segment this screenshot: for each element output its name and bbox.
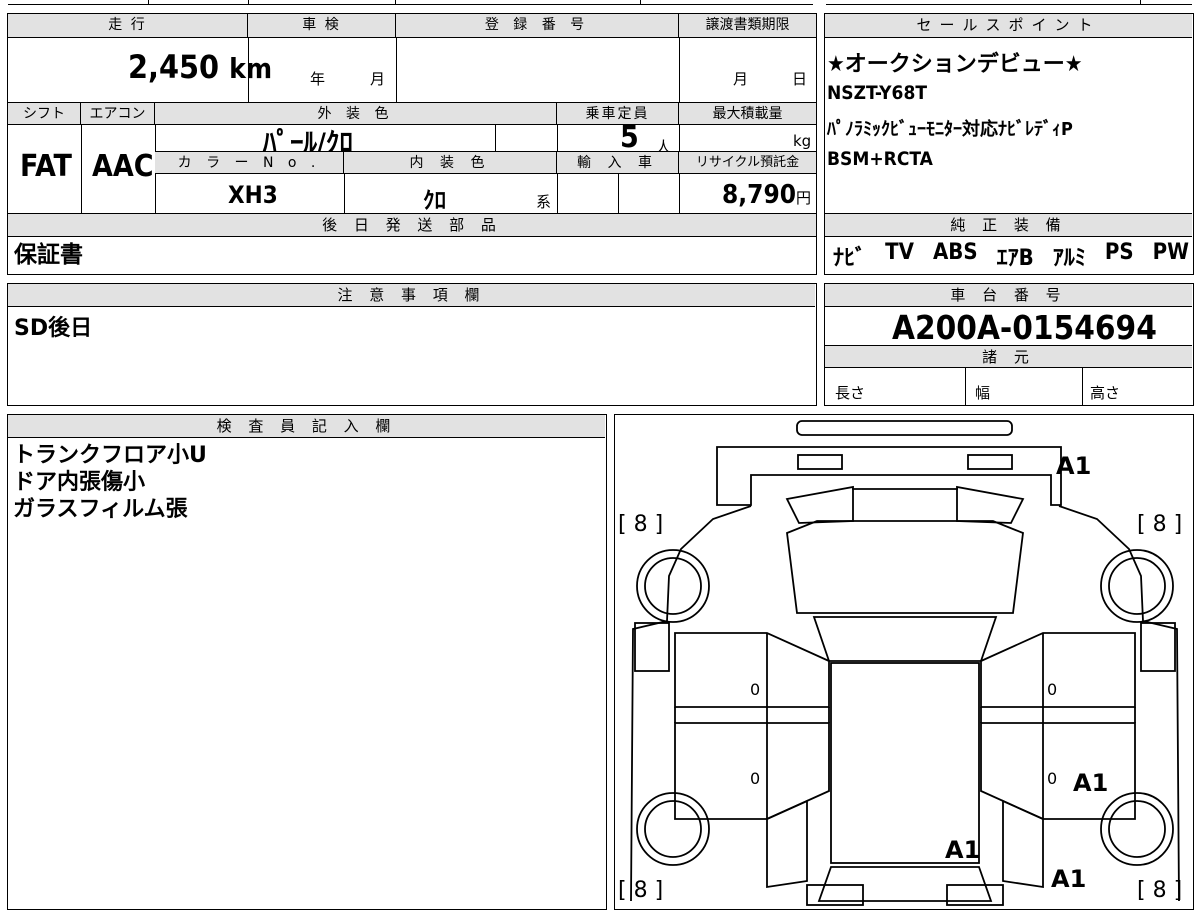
- tire-rear-left: [ 8 ]: [618, 878, 663, 903]
- equipment-list: ﾅﾋﾞ TV ABS ｴｱB ｱﾙﾐ PS PW: [833, 240, 1189, 271]
- shift-value: FAT: [20, 149, 72, 184]
- deadline-month-unit: 月: [733, 70, 749, 88]
- inspector-box: 検 査 員 記 入 欄 トランクフロア小U ドア内張傷小 ガラスフィルム張: [7, 414, 607, 910]
- max-load-unit: kg: [793, 132, 812, 150]
- top-strip: [0, 0, 1200, 6]
- sales-point-line-2: NSZT-Y68T: [827, 82, 928, 104]
- mileage-unit: km: [229, 52, 273, 85]
- notes-header: 注 意 事 項 欄: [8, 284, 815, 307]
- car-diagram: [ 8 ] [ 8 ] [ 8 ] [ 8 ] 0 0 0 0 A1 A1 A1…: [618, 420, 1182, 906]
- tire-rear-right: [ 8 ]: [1137, 878, 1182, 903]
- deadline-day-unit: 日: [792, 70, 808, 88]
- color-no-value: XH3: [228, 181, 278, 209]
- car-diagram-box: [ 8 ] [ 8 ] [ 8 ] [ 8 ] 0 0 0 0 A1 A1 A1…: [614, 414, 1194, 910]
- tire-front-left: [ 8 ]: [618, 512, 663, 537]
- notes-box: 注 意 事 項 欄 SD後日: [7, 283, 817, 406]
- spec-height-label: 高さ: [1090, 384, 1121, 402]
- zero-mark-2: 0: [1047, 680, 1057, 699]
- mileage-header: 走 行: [8, 14, 248, 38]
- max-load-header: 最大積載量: [679, 103, 816, 125]
- spec-length-label: 長さ: [835, 384, 866, 402]
- damage-mark-right-rear-door: A1: [1073, 769, 1108, 797]
- inspector-line-1: トランクフロア小U: [13, 443, 207, 468]
- zero-mark-1: 0: [750, 680, 760, 699]
- damage-mark-right-quarter: A1: [1051, 865, 1086, 893]
- chassis-value: A200A-0154694: [892, 308, 1157, 347]
- equipment-alloy: ｱﾙﾐ: [1052, 246, 1086, 271]
- import-header: 輸 入 車: [557, 152, 679, 174]
- inspector-line-3: ガラスフィルム張: [13, 497, 188, 522]
- recycle-unit: 円: [796, 189, 812, 207]
- interior-color-value: ｸﾛ: [423, 188, 446, 214]
- recycle-header: リサイクル預託金: [679, 152, 816, 174]
- interior-color-suffix: 系: [536, 193, 552, 211]
- later-parts-header: 後 日 発 送 部 品: [8, 214, 816, 237]
- inspection-header: 車 検: [248, 14, 396, 38]
- inspection-month-unit: 月: [370, 70, 386, 88]
- spec-width-label: 幅: [975, 384, 991, 402]
- registration-header: 登 録 番 号: [396, 14, 679, 38]
- specs-header: 諸 元: [825, 346, 1192, 368]
- notes-value: SD後日: [14, 316, 93, 341]
- tire-front-right: [ 8 ]: [1137, 512, 1182, 537]
- shift-header: シフト: [8, 103, 81, 125]
- equipment-navi: ﾅﾋﾞ: [833, 246, 867, 271]
- sales-point-box: セールスポイント ★オークションデビュー★ NSZT-Y68T ﾊﾟﾉﾗﾐｯｸﾋ…: [824, 13, 1194, 275]
- equipment-header: 純 正 装 備: [825, 214, 1192, 237]
- equipment-ps: PS: [1104, 240, 1134, 265]
- capacity-value: 5: [620, 120, 639, 155]
- inspector-line-2: ドア内張傷小: [13, 470, 146, 495]
- later-parts-value: 保証書: [14, 242, 83, 268]
- chassis-header: 車 台 番 号: [825, 284, 1192, 307]
- sales-point-line-1: ★オークションデビュー★: [827, 52, 1083, 77]
- exterior-color-header: 外 装 色: [155, 103, 557, 125]
- zero-mark-4: 0: [1047, 769, 1057, 788]
- sales-point-line-3: ﾊﾟﾉﾗﾐｯｸﾋﾞｭｰﾓﾆﾀｰ対応ﾅﾋﾞﾚﾃﾞｨP: [827, 119, 1073, 140]
- equipment-tv: TV: [885, 240, 914, 265]
- inspection-year-unit: 年: [310, 70, 326, 88]
- recycle-value: 8,790: [722, 180, 796, 210]
- chassis-box: 車 台 番 号 A200A-0154694 諸 元 長さ 幅 高さ: [824, 283, 1194, 406]
- inspector-header: 検 査 員 記 入 欄: [8, 415, 605, 438]
- damage-mark-front-bumper: A1: [1056, 452, 1091, 480]
- zero-mark-3: 0: [750, 769, 760, 788]
- mileage-value: 2,450: [128, 48, 220, 86]
- aircon-value: AAC: [92, 149, 154, 184]
- color-no-header: カ ラ ー N o .: [155, 152, 344, 174]
- equipment-airbag: ｴｱB: [996, 246, 1034, 271]
- capacity-header: 乗車定員: [557, 103, 679, 125]
- vehicle-info-table: 走 行 車 検 登 録 番 号 譲渡書類期限 2,450 km 年 月 月 日 …: [7, 13, 817, 275]
- sales-point-line-4: BSM+RCTA: [827, 148, 933, 170]
- transfer-deadline-header: 譲渡書類期限: [679, 14, 816, 38]
- interior-color-header: 内 装 色: [344, 152, 557, 174]
- damage-mark-trunk: A1: [945, 836, 980, 864]
- equipment-abs: ABS: [932, 240, 978, 265]
- aircon-header: エアコン: [81, 103, 155, 125]
- sales-point-header: セールスポイント: [825, 14, 1192, 38]
- equipment-pw: PW: [1152, 240, 1189, 265]
